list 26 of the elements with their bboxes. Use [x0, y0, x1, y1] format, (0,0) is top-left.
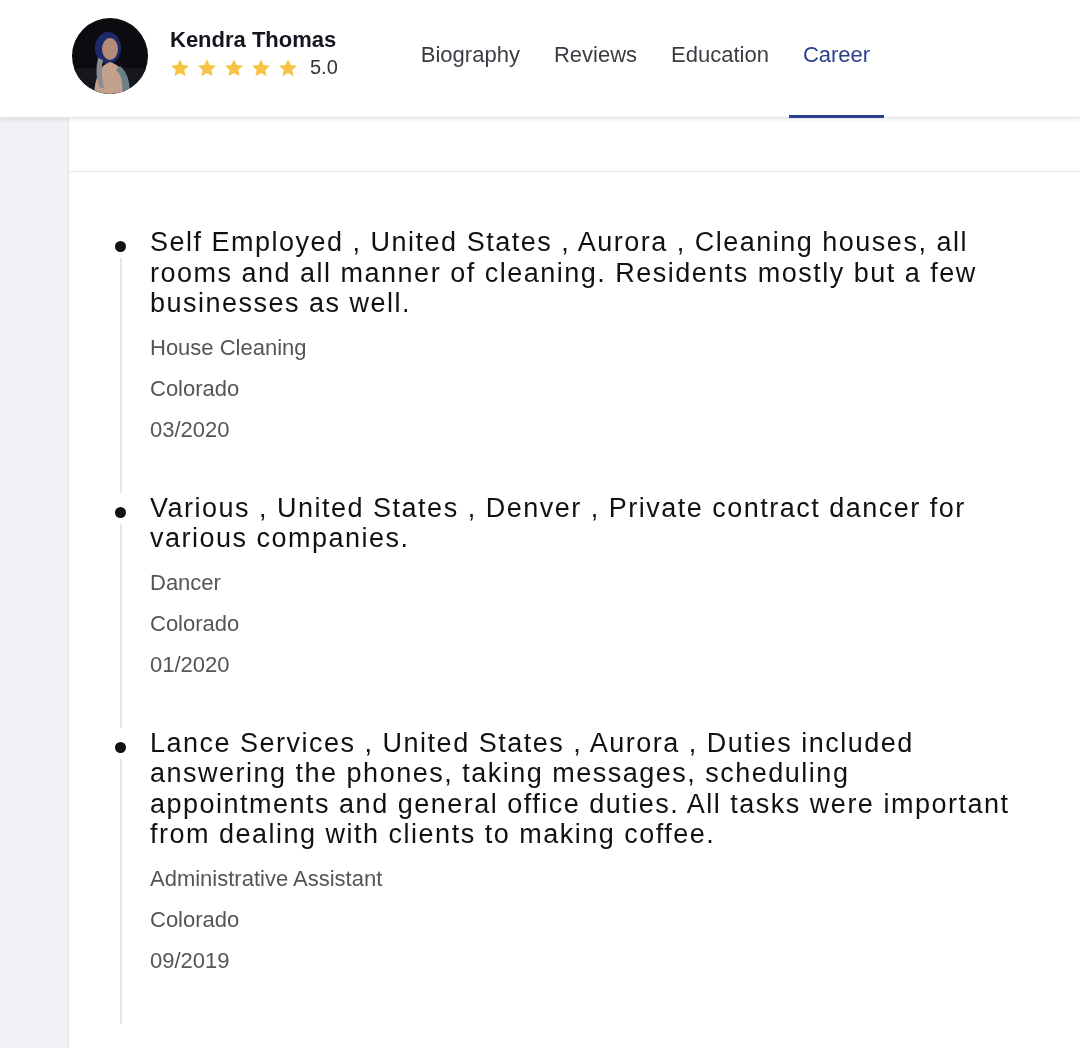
job-description: Various , United States , Denver , Private contract dancer for various companies.	[150, 492, 967, 554]
job-location: Colorado	[150, 609, 241, 638]
job-description: Self Employed , United States , Aurora , Cleaning houses, all rooms and all manner of cleaning. Residents mostly but a few businesses as well.	[150, 227, 978, 319]
bullet-icon	[115, 741, 126, 753]
bullet-icon	[115, 241, 126, 252]
tab[interactable]: Biography	[406, 0, 534, 118]
job-role: Administrative Assistant	[150, 864, 384, 893]
star-icon	[224, 57, 244, 78]
job-date: 01/2020	[150, 650, 231, 679]
job-location: Colorado	[150, 374, 241, 403]
tab[interactable]: Education	[657, 0, 783, 118]
star-icon	[170, 57, 190, 78]
bullet-icon	[115, 506, 126, 518]
tab[interactable]: Reviews	[539, 0, 652, 118]
job-date: 03/2020	[150, 415, 231, 444]
job-description: Lance Services , United States , Aurora , Duties included answering the phones, taking messages, scheduling appointments and general office duties. All tasks were important from dealing with clients to making coffee.	[150, 727, 1011, 850]
star-icon	[251, 57, 271, 78]
tab[interactable]: Career	[788, 0, 885, 118]
job-role: Dancer	[150, 568, 222, 597]
rating-value: 5.0	[310, 56, 338, 79]
profile-name: Kendra Thomas	[170, 26, 338, 54]
job-date: 09/2019	[150, 946, 231, 975]
star-icon	[278, 57, 298, 78]
star-icon	[197, 57, 217, 78]
job-role: House Cleaning	[150, 333, 308, 362]
job-location: Colorado	[150, 905, 241, 934]
